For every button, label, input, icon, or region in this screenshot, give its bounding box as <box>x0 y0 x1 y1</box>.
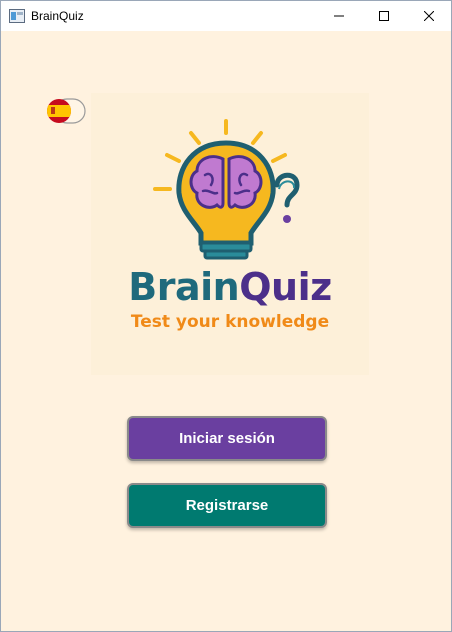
brand-part-quiz: Quiz <box>239 265 332 309</box>
brainquiz-logo: BrainQuiz Test your knowledge <box>91 93 369 375</box>
app-icon <box>9 9 25 23</box>
window-title: BrainQuiz <box>31 9 84 23</box>
brand-name: BrainQuiz <box>91 265 369 309</box>
login-button[interactable]: Iniciar sesión <box>127 416 327 461</box>
maximize-button[interactable] <box>361 1 406 31</box>
register-button[interactable]: Registrarse <box>127 483 327 528</box>
title-bar[interactable]: BrainQuiz <box>1 1 451 31</box>
main-content: BrainQuiz Test your knowledge Iniciar se… <box>1 31 451 631</box>
close-button[interactable] <box>406 1 451 31</box>
brand-part-brain: Brain <box>128 265 240 309</box>
close-icon <box>423 11 434 21</box>
maximize-icon <box>378 11 389 21</box>
minimize-icon <box>333 15 344 17</box>
language-toggle[interactable] <box>45 95 87 127</box>
brand-tagline: Test your knowledge <box>130 312 330 332</box>
minimize-button[interactable] <box>316 1 361 31</box>
app-window: BrainQuiz BrainQuiz Test your knowledge … <box>0 0 452 632</box>
lightbulb-brain-icon <box>153 119 300 260</box>
